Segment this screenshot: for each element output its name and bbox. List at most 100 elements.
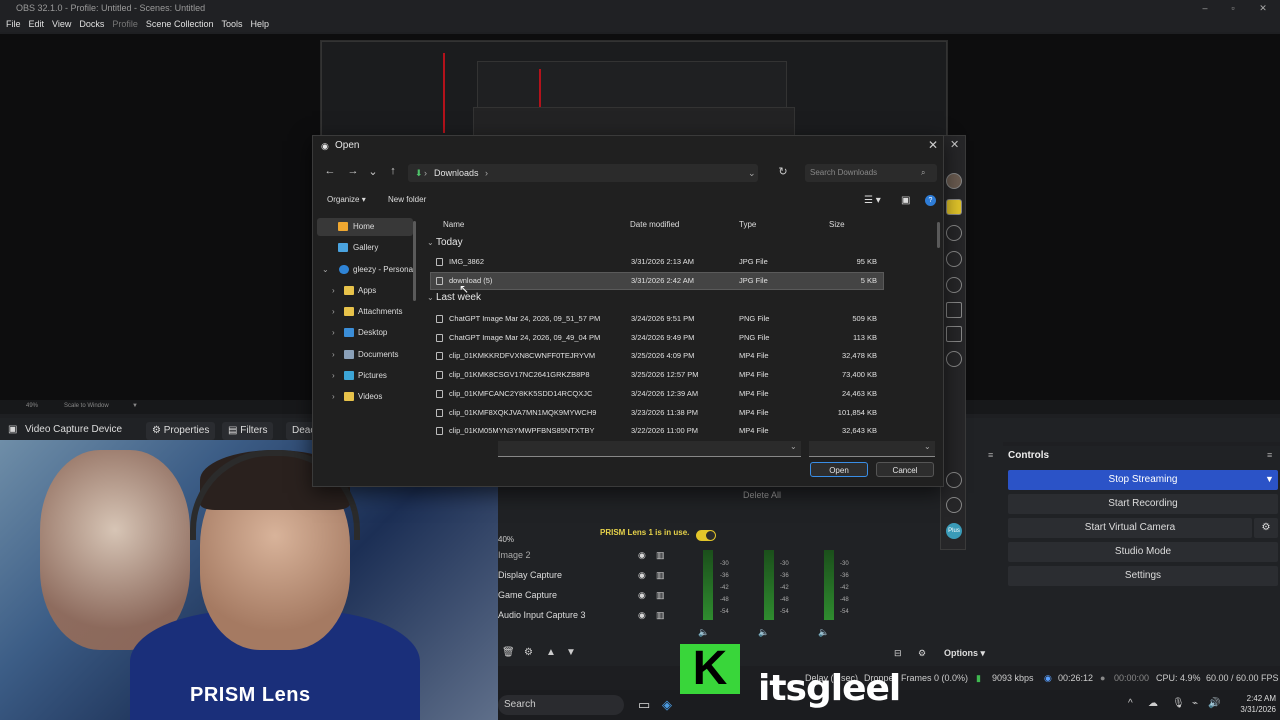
speaker-icon[interactable]: 🔈: [758, 627, 769, 638]
start-recording-button[interactable]: Start Recording: [1008, 494, 1278, 514]
file-row[interactable]: download (5) 3/31/2026 2:42 AM JPG File 5 K…: [430, 271, 884, 290]
taskbar-clock[interactable]: 2:42 AM 3/31/2026: [1226, 693, 1276, 715]
back-arrow-icon[interactable]: ←: [322, 165, 338, 181]
speaker-icon[interactable]: 🔈: [698, 627, 709, 638]
file-list-scrollbar[interactable]: [937, 222, 940, 248]
more-icon[interactable]: [946, 351, 962, 367]
properties-button[interactable]: ⚙ Properties: [146, 422, 216, 440]
task-view-icon[interactable]: ▭: [638, 697, 650, 713]
nav-videos[interactable]: › Videos: [317, 388, 413, 406]
minimize-button[interactable]: –: [1190, 0, 1220, 16]
nav-attachments[interactable]: › Attachments: [317, 303, 413, 321]
chevron-down-icon[interactable]: ▼: [132, 403, 138, 409]
view-options-icon[interactable]: ☰ ▾: [864, 195, 881, 206]
tray-chevron-up-icon[interactable]: ^: [1128, 698, 1133, 709]
nav-onedrive[interactable]: ⌄ gleezy - Persona: [317, 261, 413, 279]
chevron-right-icon[interactable]: ›: [332, 367, 335, 385]
chevron-right-icon[interactable]: ›: [332, 324, 335, 342]
nav-gallery[interactable]: Gallery: [317, 239, 413, 257]
menu-scene-collection[interactable]: Scene Collection: [142, 16, 218, 32]
layout-icon[interactable]: ⊟: [894, 648, 902, 659]
chevron-right-icon[interactable]: ›: [332, 388, 335, 406]
file-row[interactable]: clip_01KMFCANC2Y8KK5SDD14RCQXJC 3/24/2026…: [431, 386, 883, 402]
close-window-button[interactable]: ✕: [1248, 0, 1278, 16]
file-row[interactable]: clip_01KMKKRDFVXN8CWNFF0TEJRYVM 3/25/2026…: [431, 348, 883, 364]
menu-docks[interactable]: Docks: [75, 16, 108, 32]
source-item[interactable]: Display Capture: [498, 570, 562, 580]
prism-lens-toggle[interactable]: [696, 530, 716, 541]
document-icon[interactable]: [946, 326, 962, 342]
dialog-close-icon[interactable]: ✕: [925, 138, 941, 154]
dock-menu-icon[interactable]: ≡: [988, 450, 993, 460]
cloud-icon[interactable]: ☁: [1148, 698, 1158, 709]
settings-button[interactable]: Settings: [1008, 566, 1278, 586]
column-size[interactable]: Size: [829, 220, 845, 229]
menu-tools[interactable]: Tools: [217, 16, 246, 32]
speaker-icon[interactable]: 🔈: [818, 627, 829, 638]
gear-icon[interactable]: ⚙: [918, 648, 926, 659]
column-date-modified[interactable]: Date modified: [630, 220, 679, 229]
nav-pictures[interactable]: › Pictures: [317, 367, 413, 385]
address-bar[interactable]: ⬇ › Downloads › ⌄: [408, 164, 758, 182]
chevron-right-icon[interactable]: ›: [332, 282, 335, 300]
nav-documents[interactable]: › Documents: [317, 346, 413, 364]
source-item[interactable]: Audio Input Capture 3: [498, 610, 586, 620]
help-icon[interactable]: ?: [925, 195, 936, 206]
bell-icon[interactable]: [946, 472, 962, 488]
eye-icon[interactable]: ◉: [638, 550, 646, 561]
taskbar-search[interactable]: Search: [498, 695, 624, 715]
layers-icon[interactable]: [946, 277, 962, 293]
nav-scrollbar[interactable]: [413, 221, 416, 301]
menu-view[interactable]: View: [48, 16, 75, 32]
menu-edit[interactable]: Edit: [25, 16, 49, 32]
open-button[interactable]: Open: [810, 462, 868, 477]
forward-arrow-icon[interactable]: →: [345, 165, 361, 181]
column-type[interactable]: Type: [739, 220, 756, 229]
sparkle-icon[interactable]: [946, 251, 962, 267]
search-input[interactable]: Search Downloads ⌕: [805, 164, 937, 182]
up-arrow-icon[interactable]: ↑: [385, 165, 401, 181]
filters-button[interactable]: ▤ Filters: [222, 422, 274, 440]
new-folder-button[interactable]: New folder: [388, 195, 426, 204]
close-icon[interactable]: ✕: [950, 138, 959, 151]
scale-mode[interactable]: Scale to Window: [64, 403, 109, 409]
refresh-icon[interactable]: [946, 225, 962, 241]
menu-file[interactable]: File: [2, 16, 25, 32]
group-last-week[interactable]: ⌄ Last week: [427, 292, 481, 303]
studio-mode-button[interactable]: Studio Mode: [1008, 542, 1278, 562]
eye-icon[interactable]: ◉: [638, 610, 646, 621]
nav-home[interactable]: Home: [317, 218, 413, 236]
virtual-camera-settings-gear-icon[interactable]: ⚙: [1254, 518, 1278, 538]
file-name-input[interactable]: ⌄: [498, 441, 801, 457]
lock-icon[interactable]: ▥: [656, 550, 665, 561]
nav-desktop[interactable]: › Desktop: [317, 324, 413, 342]
stop-streaming-button[interactable]: Stop Streaming: [1008, 470, 1278, 490]
chevron-right-icon[interactable]: ›: [332, 346, 335, 364]
gear-icon[interactable]: ⚙: [524, 647, 533, 658]
menu-help[interactable]: Help: [246, 16, 273, 32]
cancel-button[interactable]: Cancel: [876, 462, 934, 477]
delete-all-button[interactable]: Delete All: [743, 490, 781, 500]
group-today[interactable]: ⌄ Today: [427, 237, 463, 248]
zoom-level[interactable]: 49%: [26, 403, 38, 409]
chevron-down-icon[interactable]: ⌄: [322, 261, 329, 279]
source-item[interactable]: Image 2: [498, 550, 531, 560]
trash-icon[interactable]: 🗑: [502, 647, 515, 658]
maximize-button[interactable]: ▫: [1218, 0, 1248, 16]
options-button[interactable]: Options ▾: [944, 648, 985, 659]
file-type-select[interactable]: ⌄: [809, 441, 935, 457]
microphone-icon[interactable]: 🎙: [1172, 698, 1185, 709]
organize-button[interactable]: Organize ▾: [327, 195, 366, 204]
address-chevron-down-icon[interactable]: ⌄: [748, 164, 756, 182]
source-item[interactable]: Game Capture: [498, 590, 557, 600]
lock-icon[interactable]: ▥: [656, 590, 665, 601]
lock-icon[interactable]: ▥: [656, 570, 665, 581]
chevron-down-icon[interactable]: ⌄: [790, 442, 797, 451]
start-virtual-camera-button[interactable]: Start Virtual Camera: [1008, 518, 1252, 538]
chevron-up-icon[interactable]: ▲: [546, 647, 556, 658]
file-row[interactable]: ChatGPT Image Mar 24, 2026, 09_51_57 PM 3…: [431, 311, 883, 327]
avatar[interactable]: [946, 173, 962, 189]
preview-pane-icon[interactable]: ▣: [901, 195, 910, 206]
eye-icon[interactable]: ◉: [638, 590, 646, 601]
plus-badge[interactable]: Plus: [946, 523, 962, 539]
